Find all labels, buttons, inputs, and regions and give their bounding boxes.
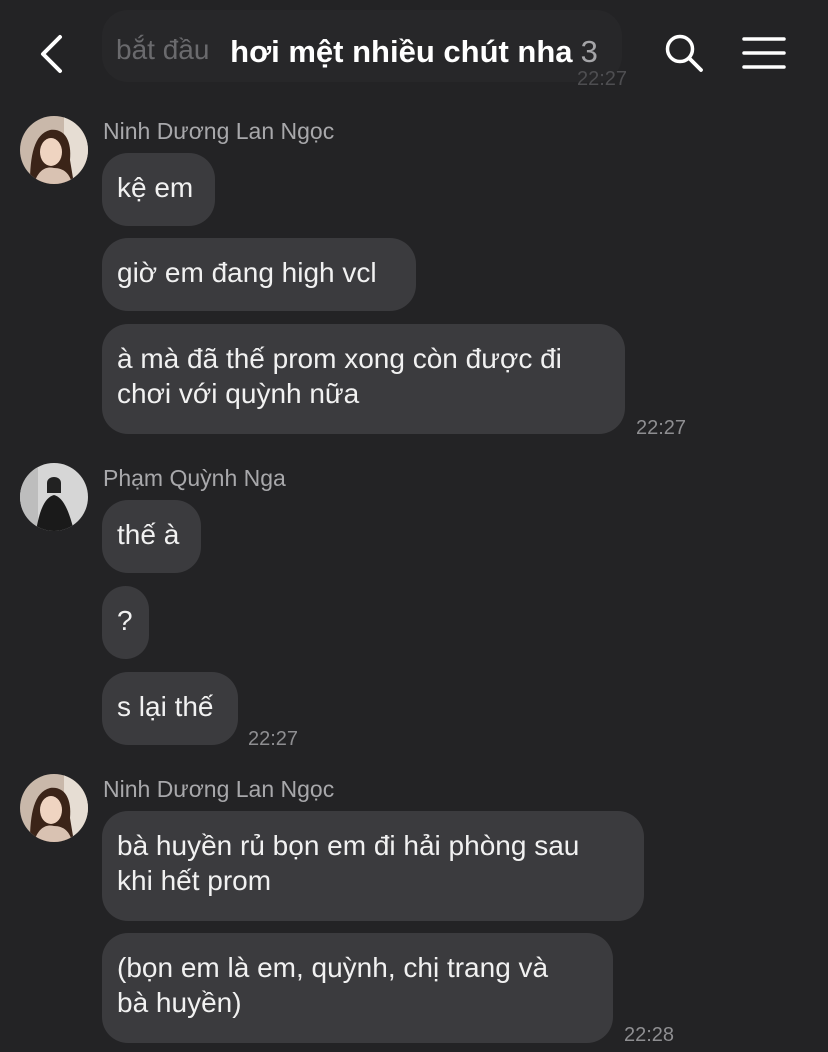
scrolled-message-time: 22:27 [577,68,628,90]
avatar-ninh-duong-lan-ngoc[interactable] [20,774,88,842]
hamburger-menu-icon[interactable] [742,36,786,70]
sender-name: Phạm Quỳnh Nga [103,465,286,491]
message-bubble[interactable]: kệ em [102,153,215,226]
message-time: 22:27 [248,728,299,750]
message-bubble[interactable]: thế à [102,500,201,573]
message-time: 22:27 [636,417,687,439]
search-icon[interactable] [664,33,704,73]
sender-name: Ninh Dương Lan Ngọc [103,776,335,802]
message-bubble[interactable]: bà huyền rủ bọn em đi hải phòng sau khi … [102,811,644,921]
member-count: 3 [580,34,598,69]
message-bubble[interactable]: giờ em đang high vcl [102,238,416,311]
message-bubble[interactable]: (bọn em là em, quỳnh, chị trang và bà hu… [102,933,613,1043]
message-bubble[interactable]: ? [102,586,149,659]
chat-title-text: hơi mệt nhiều chút nha [230,34,573,69]
message-time: 22:28 [624,1024,675,1046]
avatar-photo-icon [20,463,88,531]
avatar-pham-quynh-nga[interactable] [20,463,88,531]
avatar-ninh-duong-lan-ngoc[interactable] [20,116,88,184]
avatar-photo-icon [20,116,88,184]
avatar-photo-icon [20,774,88,842]
message-bubble[interactable]: s lại thế [102,672,238,745]
message-bubble[interactable]: à mà đã thế prom xong còn được đi chơi v… [102,324,625,434]
chat-header: bắt đầu 22:27 hơi mệt nhiều chút nha 3 [0,0,828,104]
sender-name: Ninh Dương Lan Ngọc [103,118,335,144]
